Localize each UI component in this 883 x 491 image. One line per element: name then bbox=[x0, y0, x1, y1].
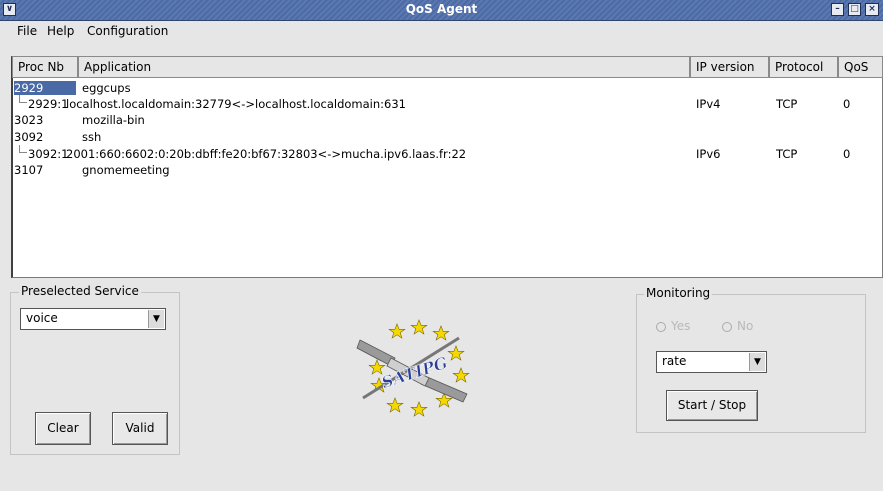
ip-version-cell: IPv6 bbox=[696, 147, 721, 161]
qos-cell: 0 bbox=[843, 97, 851, 111]
protocol-cell: TCP bbox=[776, 147, 798, 161]
column-header-qos[interactable]: QoS bbox=[838, 56, 883, 78]
ip-version-cell: IPv4 bbox=[696, 97, 721, 111]
column-header-application[interactable]: Application bbox=[78, 56, 690, 78]
proc-cell: 3023 bbox=[14, 113, 44, 127]
maximize-icon[interactable]: □ bbox=[848, 3, 861, 16]
star-icon bbox=[410, 401, 428, 417]
yes-label: Yes bbox=[671, 319, 691, 333]
qos-cell: 0 bbox=[843, 147, 851, 161]
proc-cell: 2929 bbox=[14, 81, 76, 95]
close-icon[interactable]: × bbox=[865, 3, 879, 16]
star-icon bbox=[452, 367, 470, 383]
column-header-protocol[interactable]: Protocol bbox=[769, 56, 838, 78]
start-stop-button[interactable]: Start / Stop bbox=[666, 390, 758, 421]
star-icon bbox=[447, 345, 465, 361]
menu-bar: File Help Configuration bbox=[0, 20, 883, 41]
star-icon bbox=[410, 319, 428, 335]
proc-cell: 3107 bbox=[14, 163, 44, 177]
monitoring-no-radio[interactable]: No bbox=[722, 319, 753, 333]
clear-button[interactable]: Clear bbox=[35, 412, 91, 445]
proc-cell: 2929:1 bbox=[28, 97, 69, 111]
metric-select[interactable]: rate ▼ bbox=[656, 351, 767, 373]
radio-icon bbox=[722, 321, 732, 332]
window-title: QoS Agent bbox=[405, 2, 478, 16]
column-header-ip-version[interactable]: IP version bbox=[690, 56, 769, 78]
application-cell: gnomemeeting bbox=[82, 163, 170, 177]
column-header-proc-nb[interactable]: Proc Nb bbox=[12, 56, 78, 78]
star-icon bbox=[388, 323, 406, 339]
service-select-value: voice bbox=[26, 311, 58, 325]
tree-branch-icon bbox=[19, 145, 27, 153]
application-cell: mozilla-bin bbox=[82, 113, 145, 127]
application-cell: eggcups bbox=[82, 81, 131, 95]
tree-branch-icon bbox=[19, 95, 27, 103]
star-icon bbox=[386, 397, 404, 413]
monitoring-label: Monitoring bbox=[644, 286, 713, 300]
chevron-down-icon[interactable]: ▼ bbox=[749, 353, 765, 371]
preselected-service-label: Preselected Service bbox=[19, 284, 141, 298]
metric-select-value: rate bbox=[662, 354, 687, 368]
proc-cell: 3092 bbox=[14, 130, 44, 144]
application-cell: 2001:660:6602:0:20b:dbff:fe20:bf67:32803… bbox=[66, 147, 467, 161]
minimize-icon[interactable]: – bbox=[831, 3, 844, 16]
menu-configuration[interactable]: Configuration bbox=[87, 24, 168, 38]
protocol-cell: TCP bbox=[776, 97, 798, 111]
application-cell: localhost.localdomain:32779<->localhost.… bbox=[66, 97, 406, 111]
service-select[interactable]: voice ▼ bbox=[20, 308, 166, 330]
monitoring-yes-radio[interactable]: Yes bbox=[656, 319, 690, 333]
satipg-logo: SATIPG bbox=[356, 319, 470, 417]
no-label: No bbox=[737, 319, 754, 333]
menu-help[interactable]: Help bbox=[47, 24, 74, 38]
menu-file[interactable]: File bbox=[17, 24, 37, 38]
chevron-down-icon[interactable]: ▼ bbox=[148, 310, 164, 328]
radio-icon bbox=[656, 321, 666, 332]
proc-cell: 3092:1 bbox=[28, 147, 69, 161]
valid-button[interactable]: Valid bbox=[112, 412, 168, 445]
application-cell: ssh bbox=[82, 130, 102, 144]
star-icon bbox=[432, 325, 450, 341]
title-bar[interactable]: ∨ QoS Agent – □ × bbox=[0, 0, 883, 21]
star-icon bbox=[368, 359, 386, 375]
